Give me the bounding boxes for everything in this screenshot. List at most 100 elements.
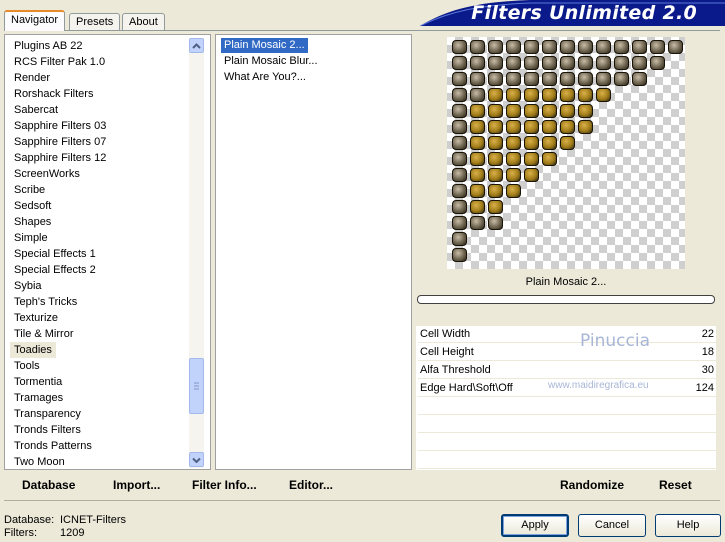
filters-count-value: 1209 (60, 527, 85, 539)
category-item[interactable]: Sedsoft (10, 198, 55, 214)
category-item[interactable]: RCS Filter Pak 1.0 (10, 54, 109, 70)
mosaic-tile (488, 56, 503, 70)
help-button[interactable]: Help (655, 514, 721, 537)
filter-info-button[interactable]: Filter Info... (192, 478, 257, 492)
filter-item[interactable]: What Are You?... (221, 70, 309, 85)
reset-label: Reset (659, 478, 692, 492)
cancel-button[interactable]: Cancel (578, 514, 646, 537)
mosaic-tile (542, 104, 557, 118)
category-item[interactable]: Transparency (10, 406, 85, 422)
import-label: Import... (113, 478, 161, 492)
mosaic-tile (560, 40, 575, 54)
category-item[interactable]: ScreenWorks (10, 166, 84, 182)
mosaic-tile (470, 200, 485, 214)
mosaic-tile (452, 152, 467, 166)
category-item[interactable]: Simple (10, 230, 52, 246)
parameter-label: Alfa Threshold (420, 364, 491, 376)
mosaic-tile (470, 136, 485, 150)
mosaic-tile (560, 120, 575, 134)
mosaic-tile (452, 232, 467, 246)
mosaic-tile (452, 136, 467, 150)
chevron-up-icon (192, 42, 201, 49)
category-item[interactable]: Special Effects 1 (10, 246, 100, 262)
import-button[interactable]: Import... (113, 478, 160, 492)
category-item[interactable]: Special Effects 2 (10, 262, 100, 278)
title-banner: Filters Unlimited 2.0 (420, 0, 725, 26)
category-item[interactable]: Sabercat (10, 102, 62, 118)
scroll-down-button[interactable] (189, 452, 204, 467)
category-item[interactable]: Rorshack Filters (10, 86, 97, 102)
mosaic-tile (488, 120, 503, 134)
filter-list[interactable] (215, 34, 412, 470)
mosaic-tile (470, 104, 485, 118)
editor-button[interactable]: Editor... (289, 478, 333, 492)
scroll-thumb[interactable] (189, 358, 204, 414)
mosaic-tile (506, 184, 521, 198)
mosaic-tile (578, 104, 593, 118)
mosaic-tile (488, 152, 503, 166)
mosaic-tile (524, 168, 539, 182)
parameter-row[interactable]: Alfa Threshold 30 (418, 362, 716, 379)
category-item[interactable]: Shapes (10, 214, 55, 230)
tab-about[interactable]: About (122, 13, 165, 30)
category-item[interactable]: Sybia (10, 278, 46, 294)
filter-item[interactable]: Plain Mosaic Blur... (221, 54, 321, 69)
mosaic-tile (650, 40, 665, 54)
mosaic-tile (470, 40, 485, 54)
empty-parameter-row (418, 434, 716, 451)
mosaic-tile (596, 72, 611, 86)
category-item[interactable]: Toadies (10, 342, 56, 358)
mosaic-tile (452, 40, 467, 54)
mosaic-tile (560, 136, 575, 150)
category-item[interactable]: Tramages (10, 390, 67, 406)
category-item[interactable]: Teph's Tricks (10, 294, 81, 310)
mosaic-tile (452, 120, 467, 134)
progress-bar (417, 295, 715, 304)
database-button[interactable]: Database (22, 478, 75, 492)
category-item[interactable]: Sapphire Filters 03 (10, 118, 110, 134)
apply-label: Apply (521, 519, 549, 531)
tab-presets[interactable]: Presets (69, 13, 121, 30)
category-item[interactable]: Plugins AB 22 (10, 38, 87, 54)
parameter-row[interactable]: Cell Width 22 (418, 326, 716, 343)
category-item[interactable]: Sapphire Filters 07 (10, 134, 110, 150)
grip-icon (194, 382, 199, 390)
mosaic-tile (542, 72, 557, 86)
mosaic-tile (488, 104, 503, 118)
mosaic-tile (524, 104, 539, 118)
category-item[interactable]: Tormentia (10, 374, 66, 390)
filter-item[interactable]: Plain Mosaic 2... (220, 37, 309, 54)
mosaic-tile (506, 152, 521, 166)
mosaic-tile (542, 40, 557, 54)
mosaic-tile (524, 72, 539, 86)
parameter-row[interactable]: Cell Height 18 (418, 344, 716, 361)
category-item[interactable]: Tronds Filters (10, 422, 85, 438)
apply-button[interactable]: Apply (501, 514, 569, 537)
category-item[interactable]: Scribe (10, 182, 49, 198)
randomize-button[interactable]: Randomize (560, 478, 624, 492)
database-label: Database (22, 478, 76, 492)
category-item[interactable]: Texturize (10, 310, 62, 326)
mosaic-tile (542, 56, 557, 70)
category-item[interactable]: Tronds Patterns (10, 438, 96, 454)
category-item[interactable]: Render (10, 70, 54, 86)
mosaic-tile (524, 136, 539, 150)
mosaic-tile (470, 168, 485, 182)
mosaic-tile (596, 88, 611, 102)
category-item[interactable]: Tile & Mirror (10, 326, 77, 342)
mosaic-tile (506, 136, 521, 150)
category-item[interactable]: Sapphire Filters 12 (10, 150, 110, 166)
mosaic-tile (488, 216, 503, 230)
mosaic-tile (560, 72, 575, 86)
scroll-up-button[interactable] (189, 38, 204, 53)
mosaic-tile (488, 40, 503, 54)
empty-parameter-row (418, 398, 716, 415)
mosaic-tile (488, 72, 503, 86)
category-item[interactable]: Tools (10, 358, 44, 374)
database-status-label: Database: (4, 514, 55, 526)
category-item[interactable]: Two Moon (10, 454, 69, 470)
mosaic-tile (452, 168, 467, 182)
mosaic-tile (488, 184, 503, 198)
reset-button[interactable]: Reset (659, 478, 692, 492)
tab-navigator[interactable]: Navigator (4, 10, 66, 31)
